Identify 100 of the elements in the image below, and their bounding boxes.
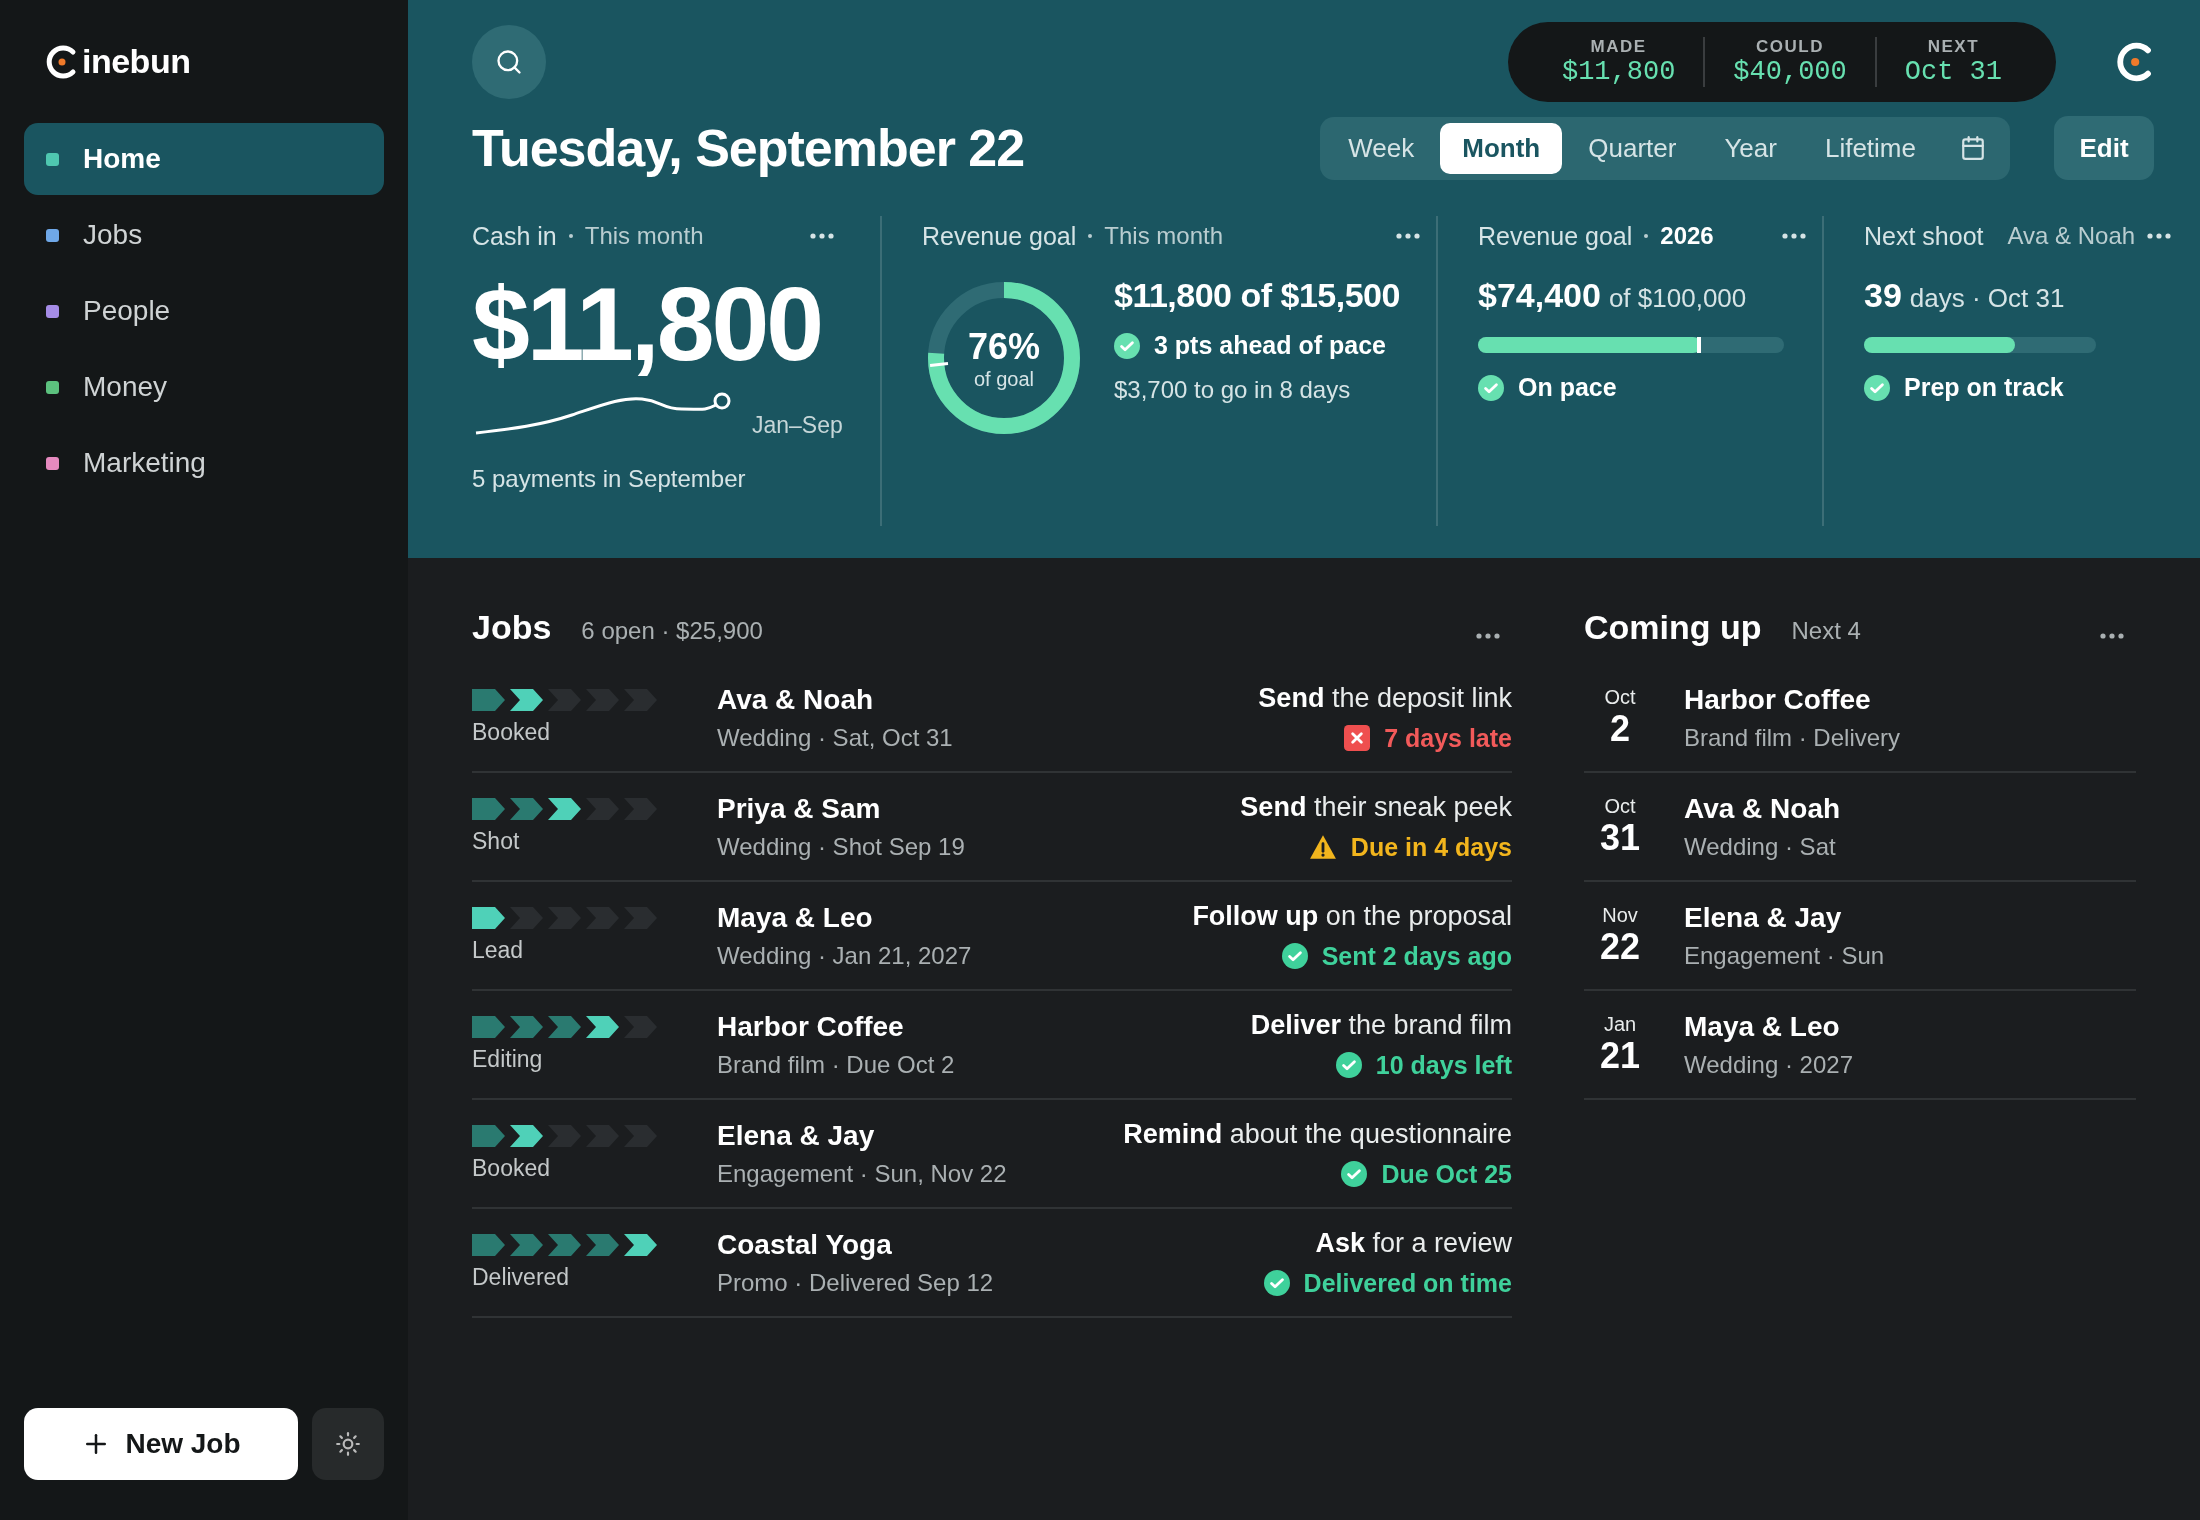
- job-name[interactable]: Maya & Leo: [717, 901, 1193, 934]
- job-stage: Booked: [472, 719, 550, 745]
- job-stage: Lead: [472, 937, 524, 963]
- card-period: This month: [584, 222, 704, 250]
- payments-note: 5 payments in September: [472, 465, 747, 494]
- event-month: Nov: [1602, 904, 1638, 928]
- close-icon: [1344, 725, 1371, 751]
- check-icon: [1263, 1270, 1290, 1296]
- summary-value: $40,000: [1733, 57, 1847, 87]
- check-icon: [1478, 374, 1504, 401]
- event-day: 2: [1610, 709, 1630, 749]
- range-tab[interactable]: Week: [1326, 122, 1437, 174]
- calendar-icon: [1960, 135, 1986, 161]
- job-status: Sent 2 days ago: [1321, 941, 1512, 971]
- range-tab[interactable]: Year: [1702, 122, 1799, 174]
- job-meta: Engagement · Sun, Nov 22: [717, 1159, 1008, 1188]
- nav-item[interactable]: Marketing: [24, 427, 384, 499]
- job-name[interactable]: Coastal Yoga: [717, 1228, 1264, 1261]
- chart-caption: Jan–Sep: [752, 412, 843, 440]
- job-meta: Wedding · Shot Sep 19: [717, 832, 966, 861]
- next-action: Send their sneak peek: [1240, 791, 1512, 823]
- logo-icon: [44, 43, 78, 80]
- edit-button[interactable]: Edit: [2054, 116, 2154, 180]
- check-icon: [1335, 1052, 1362, 1078]
- event-month: Oct: [1604, 795, 1636, 819]
- job-status: 7 days late: [1384, 723, 1512, 753]
- brand-name: inebun: [82, 42, 191, 81]
- theme-button[interactable]: [312, 1408, 384, 1480]
- event-name[interactable]: Elena & Jay: [1684, 901, 2136, 934]
- logo-icon: [2114, 41, 2154, 83]
- more-icon: [1782, 233, 1806, 239]
- search-icon: [495, 48, 523, 76]
- summary-label: COULD: [1756, 37, 1825, 57]
- event-month: Jan: [1603, 1013, 1637, 1037]
- job-stage: Shot: [472, 828, 520, 854]
- section-title: Jobs: [472, 608, 552, 647]
- event-meta: Wedding · 2027: [1684, 1050, 1854, 1079]
- card-period: 2026: [1660, 222, 1714, 250]
- card-period: This month: [1104, 222, 1223, 250]
- nav-item[interactable]: Home: [24, 123, 384, 195]
- ring-label: of goal: [973, 367, 1035, 391]
- section-summary: 6 open · $25,900: [581, 617, 763, 645]
- next-action: Ask for a review: [1315, 1227, 1512, 1259]
- warning-icon: [1308, 834, 1337, 860]
- job-name[interactable]: Elena & Jay: [717, 1119, 1124, 1152]
- stat-suffix: days · Oct 31: [1909, 283, 2065, 314]
- pace-status: 3 pts ahead of pace: [1154, 331, 1387, 360]
- event-name[interactable]: Maya & Leo: [1684, 1010, 2136, 1043]
- range-tab[interactable]: Quarter: [1566, 122, 1699, 174]
- nav-item[interactable]: Money: [24, 351, 384, 423]
- job-name[interactable]: Ava & Noah: [717, 683, 1259, 716]
- more-icon: [1476, 633, 1500, 639]
- job-status: Delivered on time: [1303, 1268, 1512, 1298]
- card-title: Next shoot: [1864, 221, 1984, 251]
- nav-item[interactable]: Jobs: [24, 199, 384, 271]
- more-icon: [2147, 233, 2172, 239]
- job-name[interactable]: Priya & Sam: [717, 792, 1241, 825]
- range-tab[interactable]: Lifetime: [1802, 122, 1938, 174]
- check-icon: [1864, 374, 1890, 401]
- job-status: Due Oct 25: [1381, 1159, 1512, 1189]
- nav-item[interactable]: People: [24, 275, 384, 347]
- new-job-button[interactable]: New Job: [24, 1408, 298, 1480]
- event-name[interactable]: Ava & Noah: [1684, 792, 2136, 825]
- pace-status: On pace: [1518, 373, 1617, 402]
- more-icon: [810, 233, 834, 239]
- goal-amount: $11,800 of $15,500: [1114, 276, 1400, 315]
- summary-label: NEXT: [1927, 37, 1980, 57]
- event-meta: Brand film · Delivery: [1684, 723, 1902, 752]
- stat-value: 39: [1864, 276, 1902, 315]
- job-stage: Editing: [472, 1046, 543, 1072]
- section-title: Coming up: [1584, 608, 1762, 647]
- job-status: 10 days left: [1375, 1050, 1512, 1080]
- job-status: Due in 4 days: [1350, 832, 1512, 862]
- event-meta: Wedding · Sat: [1684, 832, 1837, 861]
- cash-amount: $11,800: [472, 270, 823, 380]
- summary-label: MADE: [1590, 37, 1647, 57]
- card-period: Ava & Noah: [2007, 222, 2136, 250]
- job-name[interactable]: Harbor Coffee: [717, 1010, 1251, 1043]
- next-action: Follow up on the proposal: [1192, 900, 1512, 932]
- more-icon: [2100, 633, 2124, 639]
- pace-status: Prep on track: [1904, 373, 2064, 402]
- job-stage: Delivered: [472, 1264, 570, 1290]
- event-day: 22: [1599, 927, 1640, 967]
- remaining-note: $3,700 to go in 8 days: [1114, 376, 1352, 404]
- next-action: Remind about the questionnaire: [1123, 1118, 1512, 1150]
- job-stage: Booked: [472, 1155, 550, 1181]
- stat-suffix: of $100,000: [1608, 283, 1747, 314]
- job-meta: Wedding · Jan 21, 2027: [717, 941, 973, 970]
- page-title: Tuesday, September 22: [472, 118, 1025, 178]
- job-meta: Brand film · Due Oct 2: [717, 1050, 956, 1079]
- card-title: Revenue goal: [1478, 221, 1633, 251]
- job-meta: Wedding · Sat, Oct 31: [717, 723, 954, 752]
- summary-value: Oct 31: [1904, 57, 2002, 87]
- card-title: Revenue goal: [922, 221, 1077, 251]
- event-month: Oct: [1604, 686, 1636, 710]
- event-day: 31: [1599, 818, 1640, 858]
- next-action: Send the deposit link: [1258, 682, 1512, 714]
- event-name[interactable]: Harbor Coffee: [1684, 683, 2136, 716]
- range-tab[interactable]: Month: [1440, 122, 1563, 174]
- sun-icon: [335, 1431, 361, 1457]
